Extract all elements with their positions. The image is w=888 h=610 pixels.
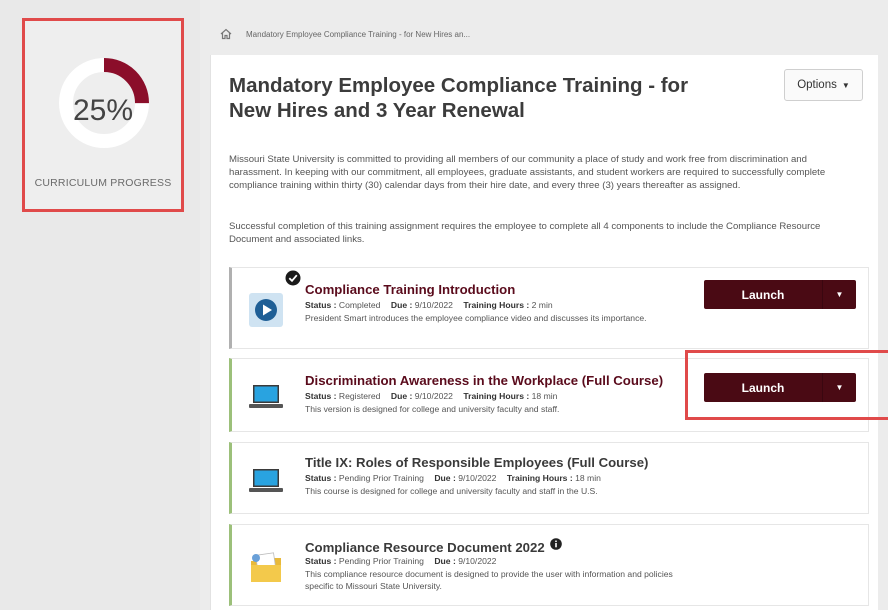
hours-value: 18 min [531,391,558,401]
training-title[interactable]: Compliance Resource Document 2022 [305,538,563,555]
status-value: Pending Prior Training [338,473,424,483]
progress-percent: 25% [72,94,134,127]
due-value: 9/10/2022 [458,556,497,566]
due-value: 9/10/2022 [414,391,453,401]
training-title[interactable]: Title IX: Roles of Responsible Employees… [305,455,648,470]
training-item: Compliance Training Introduction Status … [229,267,869,349]
completed-check-icon [285,270,301,286]
highlight-box [685,350,888,420]
intro-paragraph: Missouri State University is committed t… [229,154,826,191]
info-icon[interactable] [550,538,563,550]
caret-down-icon: ▼ [841,80,850,90]
breadcrumb-link[interactable]: Mandatory Employee Compliance Training -… [246,30,470,39]
training-description: This course is designed for college and … [305,486,598,496]
status-value: Pending Prior Training [338,556,424,566]
progress-caption: CURRICULUM PROGRESS [34,177,172,189]
launch-button[interactable]: Launch ▼ [704,280,856,309]
training-meta: Status : Registered Due : 9/10/2022 Trai… [305,391,558,401]
home-icon[interactable] [220,28,232,40]
training-description: This compliance resource document is des… [305,569,673,591]
launch-label[interactable]: Launch [704,280,822,309]
hours-value: 2 min [531,300,553,310]
document-folder-icon [251,552,281,582]
status-value: Registered [338,391,381,401]
training-meta: Status : Pending Prior Training Due : 9/… [305,556,497,566]
breadcrumb: Mandatory Employee Compliance Training -… [220,24,470,44]
status-value: Completed [338,300,381,310]
training-description: President Smart introduces the employee … [305,313,647,323]
options-label: Options [797,79,837,91]
options-button[interactable]: Options ▼ [784,69,863,101]
main-content: Mandatory Employee Compliance Training -… [210,55,878,610]
laptop-icon [249,469,283,492]
page-title: Mandatory Employee Compliance Training -… [229,74,689,122]
due-value: 9/10/2022 [458,473,497,483]
training-item: Compliance Resource Document 2022 Status… [229,524,869,606]
training-meta: Status : Pending Prior Training Due : 9/… [305,473,601,483]
laptop-icon [249,385,283,408]
hours-value: 18 min [575,473,601,483]
training-description: This version is designed for college and… [305,404,560,414]
training-item: Title IX: Roles of Responsible Employees… [229,442,869,514]
play-video-icon [249,293,283,327]
curriculum-progress-widget: 25% CURRICULUM PROGRESS [22,18,184,212]
requirements-paragraph: Successful completion of this training a… [229,221,821,245]
training-meta: Status : Completed Due : 9/10/2022 Train… [305,300,553,310]
training-title[interactable]: Compliance Training Introduction [305,282,515,297]
due-value: 9/10/2022 [414,300,453,310]
training-title[interactable]: Discrimination Awareness in the Workplac… [305,373,663,388]
launch-dropdown-caret-icon[interactable]: ▼ [822,280,856,309]
